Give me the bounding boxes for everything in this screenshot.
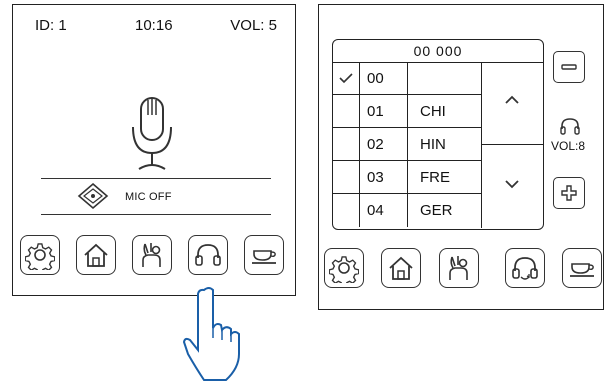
home-button[interactable] (76, 235, 116, 275)
settings-button[interactable] (324, 248, 364, 288)
channel-list: 00 01 CHI 02 HIN 03 FRE 04 GER (333, 62, 481, 227)
volume-readout: VOL: 5 (230, 17, 277, 34)
headset-refresh-icon (512, 257, 538, 280)
channel-row[interactable]: 02 HIN (333, 128, 481, 161)
pointing-hand-icon (182, 287, 240, 381)
divider (41, 178, 271, 179)
coffee-cup-icon (252, 250, 276, 264)
chevron-up-icon (505, 95, 519, 104)
mic-state-label: MIC OFF (125, 191, 172, 203)
divider (482, 144, 543, 145)
channel-number: 00 (367, 70, 384, 87)
channel-row[interactable]: 01 CHI (333, 95, 481, 128)
channel-select-panel: 00 000 00 01 CHI 02 HIN 03 FRE 04 GER VOL:8 (318, 4, 604, 310)
channel-check-cell (333, 128, 360, 160)
chevron-down-icon (505, 180, 519, 189)
channel-button[interactable] (188, 235, 228, 275)
microphone-icon (132, 97, 172, 170)
home-button[interactable] (381, 248, 421, 288)
channel-number: 01 (367, 103, 384, 120)
minus-icon (561, 64, 577, 70)
mic-off-indicator-icon[interactable] (76, 182, 110, 210)
scroll-up-button[interactable] (496, 88, 528, 112)
volume-down-button[interactable] (553, 51, 585, 83)
channel-language (407, 62, 481, 94)
volume-up-button[interactable] (553, 177, 585, 209)
channel-table-header: 00 000 (333, 40, 543, 63)
coffee-cup-icon (570, 263, 594, 277)
request-to-speak-button[interactable] (439, 248, 479, 288)
plus-icon (561, 185, 577, 201)
seat-id: ID: 1 (35, 17, 67, 34)
channel-button[interactable] (505, 248, 545, 288)
channel-check-cell (333, 62, 360, 94)
channel-language: GER (407, 194, 481, 227)
channel-table: 00 000 00 01 CHI 02 HIN 03 FRE 04 GER (332, 39, 544, 230)
channel-row[interactable]: 00 (333, 62, 481, 95)
channel-row[interactable]: 03 FRE (333, 161, 481, 194)
channel-language: FRE (407, 161, 481, 193)
service-button[interactable] (244, 235, 284, 275)
check-icon (339, 73, 353, 84)
gear-icon (25, 243, 55, 270)
channel-language: HIN (407, 128, 481, 160)
channel-check-cell (333, 194, 360, 227)
headset-icon (195, 244, 221, 266)
home-icon (389, 256, 413, 280)
channel-row[interactable]: 04 GER (333, 194, 481, 227)
clock: 10:16 (135, 17, 173, 34)
volume-level-label: VOL:8 (551, 139, 586, 153)
channel-check-cell (333, 95, 360, 127)
settings-button[interactable] (20, 235, 60, 275)
request-to-speak-button[interactable] (132, 235, 172, 275)
channel-number: 02 (367, 136, 384, 153)
raise-hand-icon (142, 243, 161, 267)
channel-check-cell (333, 161, 360, 193)
channel-number: 03 (367, 169, 384, 186)
channel-language: CHI (407, 95, 481, 127)
divider (41, 214, 271, 215)
service-button[interactable] (562, 248, 602, 288)
scroll-down-button[interactable] (496, 172, 528, 196)
home-icon (84, 243, 108, 267)
gear-icon (329, 256, 359, 283)
channel-number: 04 (367, 202, 384, 219)
raise-hand-icon (449, 256, 468, 280)
main-screen-panel: ID: 1 10:16 VOL: 5 MIC OFF (12, 4, 296, 296)
scroll-column (481, 62, 543, 228)
status-bar: ID: 1 10:16 VOL: 5 (13, 17, 295, 37)
headset-icon (560, 118, 580, 135)
